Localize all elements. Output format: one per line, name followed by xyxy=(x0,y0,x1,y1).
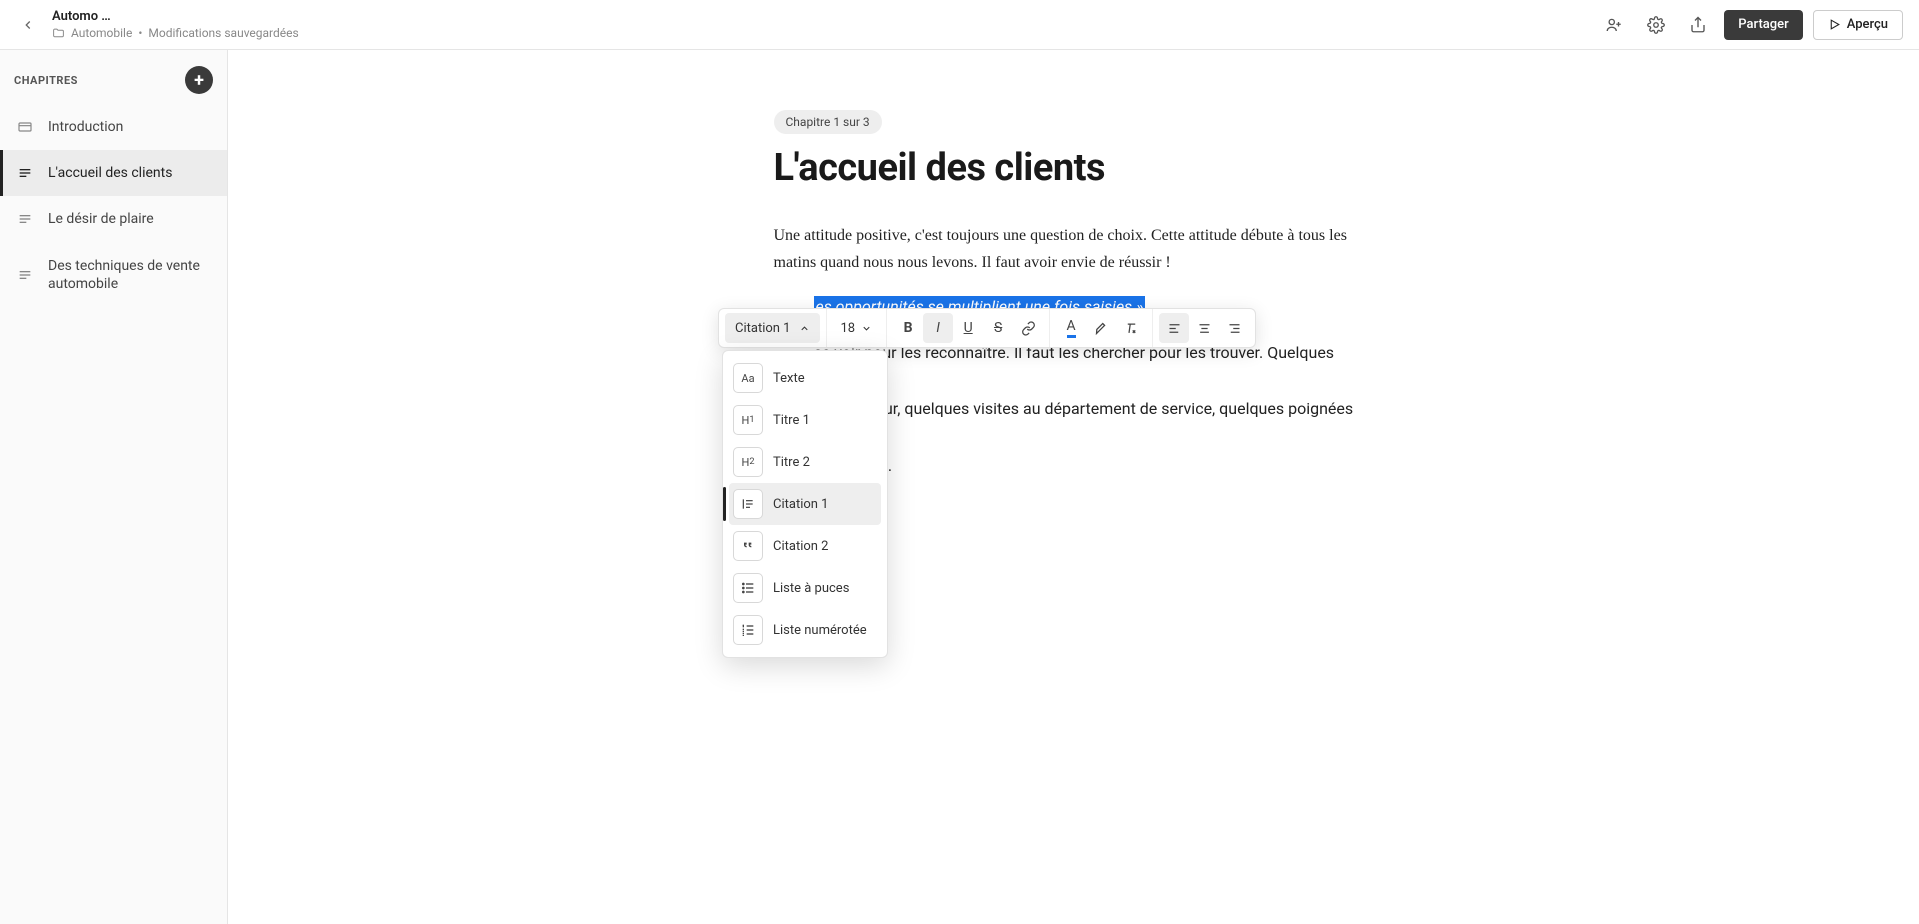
quote1-icon xyxy=(733,489,763,519)
numbered-list-icon xyxy=(733,615,763,645)
quote2-icon xyxy=(733,531,763,561)
sidebar-item-introduction[interactable]: Introduction xyxy=(0,104,227,150)
sidebar-item-label: Le désir de plaire xyxy=(48,210,154,228)
editor-main: Chapitre 1 sur 3 L'accueil des clients U… xyxy=(228,50,1919,924)
lines-icon xyxy=(16,211,34,227)
page-title[interactable]: L'accueil des clients xyxy=(774,146,1374,190)
chapter-list: Introduction L'accueil des clients Le dé… xyxy=(0,104,227,307)
link-button[interactable] xyxy=(1013,313,1043,343)
text-color-button[interactable]: A xyxy=(1056,313,1086,343)
text-style-dropdown[interactable]: Citation 1 xyxy=(725,313,820,343)
sidebar-title: CHAPITRES xyxy=(14,74,78,87)
align-right-icon xyxy=(1227,321,1242,336)
breadcrumb-folder[interactable]: Automobile xyxy=(71,26,132,40)
sidebar-item-accueil-clients[interactable]: L'accueil des clients xyxy=(0,150,227,196)
heading2-icon: H2 xyxy=(733,447,763,477)
topbar: Automo … Automobile • Modifications sauv… xyxy=(0,0,1919,50)
align-left-icon xyxy=(1167,321,1182,336)
chapter-badge: Chapitre 1 sur 3 xyxy=(774,110,882,134)
clear-format-icon xyxy=(1124,321,1139,336)
link-icon xyxy=(1021,321,1036,336)
sidebar-item-label: Introduction xyxy=(48,118,123,136)
style-option-heading2[interactable]: H2 Titre 2 xyxy=(729,441,881,483)
breadcrumb: Automobile • Modifications sauvegardées xyxy=(52,26,299,40)
chevron-down-icon xyxy=(861,323,872,334)
lines-icon xyxy=(16,267,34,283)
highlighter-icon xyxy=(1094,321,1109,336)
paragraph[interactable]: Une attitude positive, c'est toujours un… xyxy=(774,222,1374,276)
add-chapter-button[interactable]: + xyxy=(185,66,213,94)
style-option-citation2[interactable]: Citation 2 xyxy=(729,525,881,567)
play-icon xyxy=(1828,18,1841,31)
settings-button[interactable] xyxy=(1640,9,1672,41)
align-left-button[interactable] xyxy=(1159,313,1189,343)
invite-user-button[interactable] xyxy=(1598,9,1630,41)
style-option-bullet-list[interactable]: Liste à puces xyxy=(729,567,881,609)
bold-button[interactable]: B xyxy=(893,313,923,343)
highlight-color-button[interactable] xyxy=(1086,313,1116,343)
document-title[interactable]: Automo … xyxy=(52,9,299,24)
align-right-button[interactable] xyxy=(1219,313,1249,343)
gear-icon xyxy=(1647,16,1665,34)
sidebar-item-label: Des techniques de vente automobile xyxy=(48,257,211,293)
style-option-heading1[interactable]: H1 Titre 1 xyxy=(729,399,881,441)
strikethrough-button[interactable]: S xyxy=(983,313,1013,343)
chevron-up-icon xyxy=(799,323,810,334)
font-size-dropdown[interactable]: 18 xyxy=(833,321,881,336)
folder-icon xyxy=(52,27,65,40)
sidebar-item-label: L'accueil des clients xyxy=(48,164,172,182)
style-option-citation1[interactable]: Citation 1 xyxy=(729,483,881,525)
export-button[interactable] xyxy=(1682,9,1714,41)
style-option-numbered-list[interactable]: Liste numérotée xyxy=(729,609,881,651)
share-button[interactable]: Partager xyxy=(1724,10,1802,40)
clear-formatting-button[interactable] xyxy=(1116,313,1146,343)
text-style-menu: Aa Texte H1 Titre 1 H2 Titre 2 Citation … xyxy=(722,350,888,658)
heading1-icon: H1 xyxy=(733,405,763,435)
preview-button[interactable]: Aperçu xyxy=(1813,10,1903,40)
save-status: Modifications sauvegardées xyxy=(148,26,298,40)
style-option-text[interactable]: Aa Texte xyxy=(729,357,881,399)
underline-button[interactable]: U xyxy=(953,313,983,343)
align-center-icon xyxy=(1197,321,1212,336)
italic-button[interactable]: I xyxy=(923,313,953,343)
align-center-button[interactable] xyxy=(1189,313,1219,343)
text-style-icon: Aa xyxy=(733,363,763,393)
sidebar-item-desir-plaire[interactable]: Le désir de plaire xyxy=(0,196,227,242)
formatting-toolbar: Citation 1 18 B I U S A xyxy=(718,308,1256,348)
card-icon xyxy=(16,119,34,135)
lines-icon xyxy=(16,165,34,181)
bullet-list-icon xyxy=(733,573,763,603)
chapters-sidebar: CHAPITRES + Introduction L'accueil des c… xyxy=(0,50,228,924)
export-icon xyxy=(1689,16,1707,34)
sidebar-item-techniques-vente[interactable]: Des techniques de vente automobile xyxy=(0,243,227,307)
back-button[interactable] xyxy=(16,13,40,37)
user-plus-icon xyxy=(1605,16,1623,34)
